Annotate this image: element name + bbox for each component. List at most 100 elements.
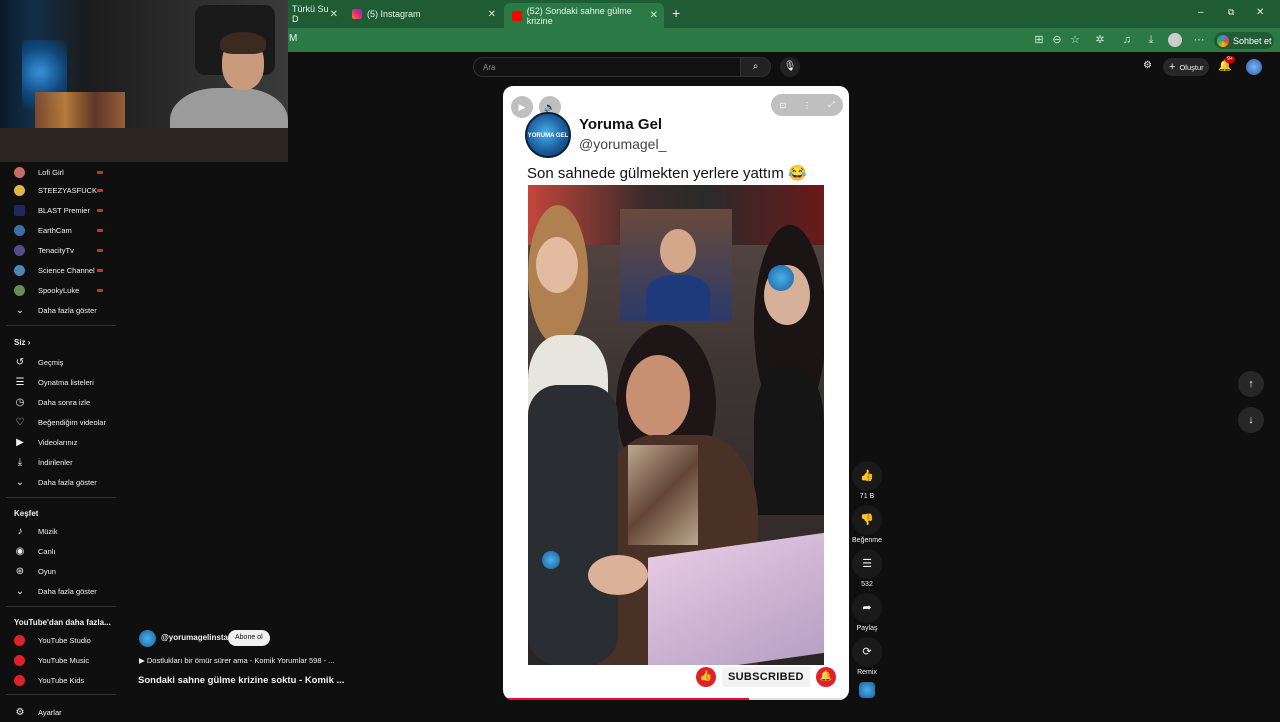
live-indicator	[97, 268, 103, 272]
sidebar-sub-spookyluke[interactable]: SpookyLuke	[0, 280, 120, 300]
watermark-logo	[768, 265, 794, 291]
hand	[588, 555, 648, 595]
translate-icon[interactable]: ⊞	[1032, 33, 1046, 47]
download-icon[interactable]: ⤓	[1144, 33, 1158, 47]
comment-icon: ☰	[852, 549, 882, 579]
new-tab-button[interactable]: +	[672, 5, 680, 21]
voice-search-button[interactable]: 🎙	[780, 57, 800, 77]
search-input[interactable]: Ara	[473, 57, 741, 77]
clock-icon: ◷	[15, 396, 25, 408]
divider	[6, 325, 116, 326]
playlist-icon: ☰	[15, 376, 25, 388]
previous-short-button[interactable]: ↑	[1238, 371, 1264, 397]
captions-icon[interactable]: ⊡	[779, 101, 786, 110]
sidebar-item-youtube-studio[interactable]: YouTube Studio	[0, 630, 120, 650]
sidebar-item-live[interactable]: ◉ Canlı	[0, 541, 120, 561]
channel-avatar	[14, 244, 25, 256]
sidebar-item-playlists[interactable]: ☰ Oynatma listeleri	[0, 372, 120, 392]
video-frame	[528, 185, 824, 665]
woman-center-face	[626, 355, 690, 437]
subscribe-button[interactable]: Abone ol	[228, 630, 270, 646]
sidebar-item-your-videos[interactable]: ▶ Videolarınız	[0, 432, 120, 452]
sidebar-sub-steezyasfuck[interactable]: STEEZYASFUCK	[0, 180, 120, 200]
sidebar-item-youtube-music[interactable]: YouTube Music	[0, 650, 120, 670]
sidebar-show-more-explore[interactable]: ⌄ Daha fazla göster	[0, 581, 120, 601]
youtube-music-icon	[14, 654, 25, 666]
video-icon: ▶	[16, 436, 24, 448]
zoom-icon[interactable]: ⊖	[1050, 33, 1064, 47]
sidebar-show-more-you[interactable]: ⌄ Daha fazla göster	[0, 472, 120, 492]
sidebar-item-settings[interactable]: ⚙ Ayarlar	[0, 702, 120, 722]
channel-avatar[interactable]	[139, 630, 156, 647]
sidebar-item-music[interactable]: ♪ Müzik	[0, 521, 120, 541]
cast-icon[interactable]: ⚙	[1143, 60, 1157, 74]
maximize-button[interactable]: ⧉	[1228, 7, 1234, 18]
scarf	[628, 445, 698, 545]
more-options-icon[interactable]: ⋮	[803, 101, 811, 110]
sidebar-item-youtube-kids[interactable]: YouTube Kids	[0, 670, 120, 690]
close-tab-icon[interactable]: ✕	[488, 9, 496, 20]
sidebar-sub-tenacitytv[interactable]: TenacityTv	[0, 240, 120, 260]
close-tab-icon[interactable]: ✕	[330, 9, 338, 20]
progress-fill	[503, 698, 749, 700]
search-icon: ⌕	[752, 61, 759, 72]
channel-avatar	[14, 204, 25, 216]
create-button[interactable]: + Oluştur	[1163, 58, 1209, 76]
media-icon[interactable]: ♫	[1120, 33, 1134, 47]
sidebar-you-heading[interactable]: Siz ›	[14, 338, 30, 347]
chat-button[interactable]: Sohbet et	[1214, 32, 1274, 49]
youtube-kids-icon	[14, 674, 25, 686]
dislike-button[interactable]: 👎 Beğenme	[850, 505, 884, 544]
thumbs-up-icon: 👍	[852, 461, 882, 491]
sidebar-item-gaming[interactable]: ⊛ Oyun	[0, 561, 120, 581]
minimize-button[interactable]: –	[1198, 7, 1204, 18]
channel-handle-link[interactable]: @yorumagelinsta	[161, 633, 228, 642]
video-title[interactable]: Sondaki sahne gülme krizine soktu - Komi…	[138, 675, 344, 686]
sidebar-item-history[interactable]: ↺ Geçmiş	[0, 352, 120, 372]
share-button[interactable]: ➦ Paylaş	[850, 593, 884, 632]
close-tab-icon[interactable]: ✕	[650, 10, 658, 21]
sidebar-item-watch-later[interactable]: ◷ Daha sonra izle	[0, 392, 120, 412]
sidebar-show-more-subscriptions[interactable]: ⌄ Daha fazla göster	[0, 300, 120, 320]
extensions-icon[interactable]: ✲	[1093, 33, 1107, 47]
search-button[interactable]: ⌕	[741, 57, 771, 77]
desk-items	[35, 92, 125, 128]
playlist-link[interactable]: ▶ Dostlukları bir ömür sürer ama - Komik…	[139, 656, 334, 665]
more-menu-icon[interactable]: ⋯	[1192, 33, 1206, 47]
sidebar-explore-heading: Keşfet	[14, 509, 39, 518]
thumbs-up-icon: 👍	[696, 667, 716, 687]
sidebar-sub-lofi-girl[interactable]: Lofi Girl	[0, 162, 120, 182]
next-short-button[interactable]: ↓	[1238, 407, 1264, 433]
comments-button[interactable]: ☰ 532	[850, 549, 884, 588]
download-icon: ⤓	[17, 456, 23, 468]
profile-avatar-icon[interactable]	[1168, 33, 1182, 47]
shorts-player[interactable]: ▶ 🔊 ⊡ ⋮ ⤢ YORUMA GEL Yoruma Gel @yorumag…	[503, 86, 849, 700]
sidebar-item-downloads[interactable]: ⤓ İndirilenler	[0, 452, 120, 472]
fullscreen-icon[interactable]: ⤢	[828, 100, 834, 110]
sidebar-sub-science-channel[interactable]: Science Channel	[0, 260, 120, 280]
tab-youtube[interactable]: (52) Sondaki sahne gülme krizine ✕	[504, 3, 664, 28]
sidebar-sub-earthcam[interactable]: EarthCam	[0, 220, 120, 240]
chevron-down-icon: ⌄	[15, 585, 25, 597]
sidebar-item-liked-videos[interactable]: ♡ Beğendiğim videolar	[0, 412, 120, 432]
notifications-button[interactable]: 🔔 9+	[1218, 56, 1235, 73]
tab-turku[interactable]: Türkü Su D ✕	[284, 3, 344, 25]
like-button[interactable]: 👍 71 B	[850, 461, 884, 500]
chevron-down-icon: ⌄	[15, 304, 25, 316]
divider	[6, 694, 116, 695]
sidebar-sub-blast-premier[interactable]: BLAST Premier	[0, 200, 120, 220]
remix-icon: ⟳	[852, 637, 882, 667]
close-window-button[interactable]: ✕	[1256, 7, 1264, 18]
channel-avatar	[14, 224, 25, 236]
bookmark-star-icon[interactable]: ☆	[1068, 33, 1082, 47]
play-icon: ▶	[518, 102, 526, 112]
live-indicator	[97, 228, 103, 232]
player-controls: ⊡ ⋮ ⤢	[771, 94, 843, 116]
tab-instagram[interactable]: (5) Instagram ✕	[344, 3, 502, 25]
remix-button[interactable]: ⟳ Remix	[850, 637, 884, 676]
account-avatar[interactable]	[1246, 59, 1262, 75]
watermark-logo	[542, 551, 560, 569]
sound-channel-thumbnail[interactable]	[859, 682, 875, 698]
play-button[interactable]: ▶	[511, 96, 533, 118]
channel-avatar	[14, 184, 25, 196]
